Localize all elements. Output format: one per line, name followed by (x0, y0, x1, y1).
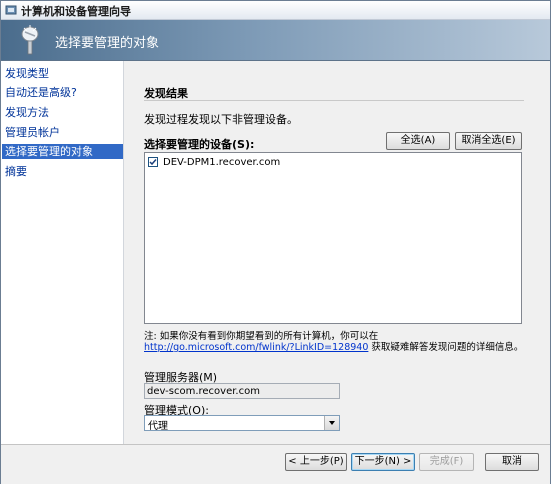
check-icon (149, 159, 157, 166)
management-mode-select[interactable]: 代理 (144, 415, 340, 432)
wizard-footer: < 上一步(P) 下一步(N) > 完成(F) 取消 (1, 444, 550, 484)
nav-step-admin-account[interactable]: 管理员帐户 (2, 125, 123, 140)
management-server-field[interactable] (144, 383, 340, 399)
nav-step-auto-or-advanced[interactable]: 自动还是高级? (2, 85, 123, 100)
device-list[interactable]: DEV-DPM1.recover.com (144, 152, 522, 324)
device-checkbox[interactable] (148, 157, 158, 167)
nav-step-select-objects[interactable]: 选择要管理的对象 (2, 144, 123, 159)
wizard-header: 选择要管理的对象 (1, 20, 550, 61)
page-title: 选择要管理的对象 (55, 36, 160, 51)
wizard-steps-nav: 发现类型 自动还是高级? 发现方法 管理员帐户 选择要管理的对象 摘要 (1, 61, 124, 444)
deselect-all-button[interactable]: 取消全选(E) (455, 132, 522, 150)
back-button[interactable]: < 上一步(P) (285, 453, 347, 471)
discovery-note-line2: http://go.microsoft.com/fwlink/?LinkID=1… (144, 339, 523, 353)
section-title: 发现结果 (144, 87, 188, 100)
nav-step-discovery-method[interactable]: 发现方法 (2, 105, 123, 120)
next-button[interactable]: 下一步(N) > (351, 453, 415, 471)
nav-step-summary[interactable]: 摘要 (2, 164, 123, 179)
cancel-button[interactable]: 取消 (485, 453, 539, 471)
tools-wand-icon (21, 25, 39, 55)
chevron-down-icon[interactable] (324, 416, 339, 430)
discovery-description: 发现过程发现以下非管理设备。 (144, 113, 298, 126)
devices-label: 选择要管理的设备(S): (144, 138, 255, 151)
wizard-app-icon (5, 5, 17, 15)
troubleshoot-link[interactable]: http://go.microsoft.com/fwlink/?LinkID=1… (144, 342, 368, 353)
select-all-button[interactable]: 全选(A) (386, 132, 450, 150)
content-pane: 发现结果 发现过程发现以下非管理设备。 选择要管理的设备(S): 全选(A) 取… (124, 61, 550, 444)
nav-step-discovery-type[interactable]: 发现类型 (2, 66, 123, 81)
management-mode-value: 代理 (148, 421, 168, 432)
window-title: 计算机和设备管理向导 (21, 5, 131, 18)
device-name: DEV-DPM1.recover.com (163, 157, 281, 168)
wizard-window: 计算机和设备管理向导 选择要管理的对象 发现类型 自动还是高级? 发现方法 管理… (0, 0, 551, 484)
title-bar[interactable]: 计算机和设备管理向导 (1, 1, 550, 20)
note-suffix: 获取疑难解答发现问题的详细信息。 (371, 342, 524, 353)
finish-button[interactable]: 完成(F) (419, 453, 474, 471)
section-divider (144, 100, 524, 101)
